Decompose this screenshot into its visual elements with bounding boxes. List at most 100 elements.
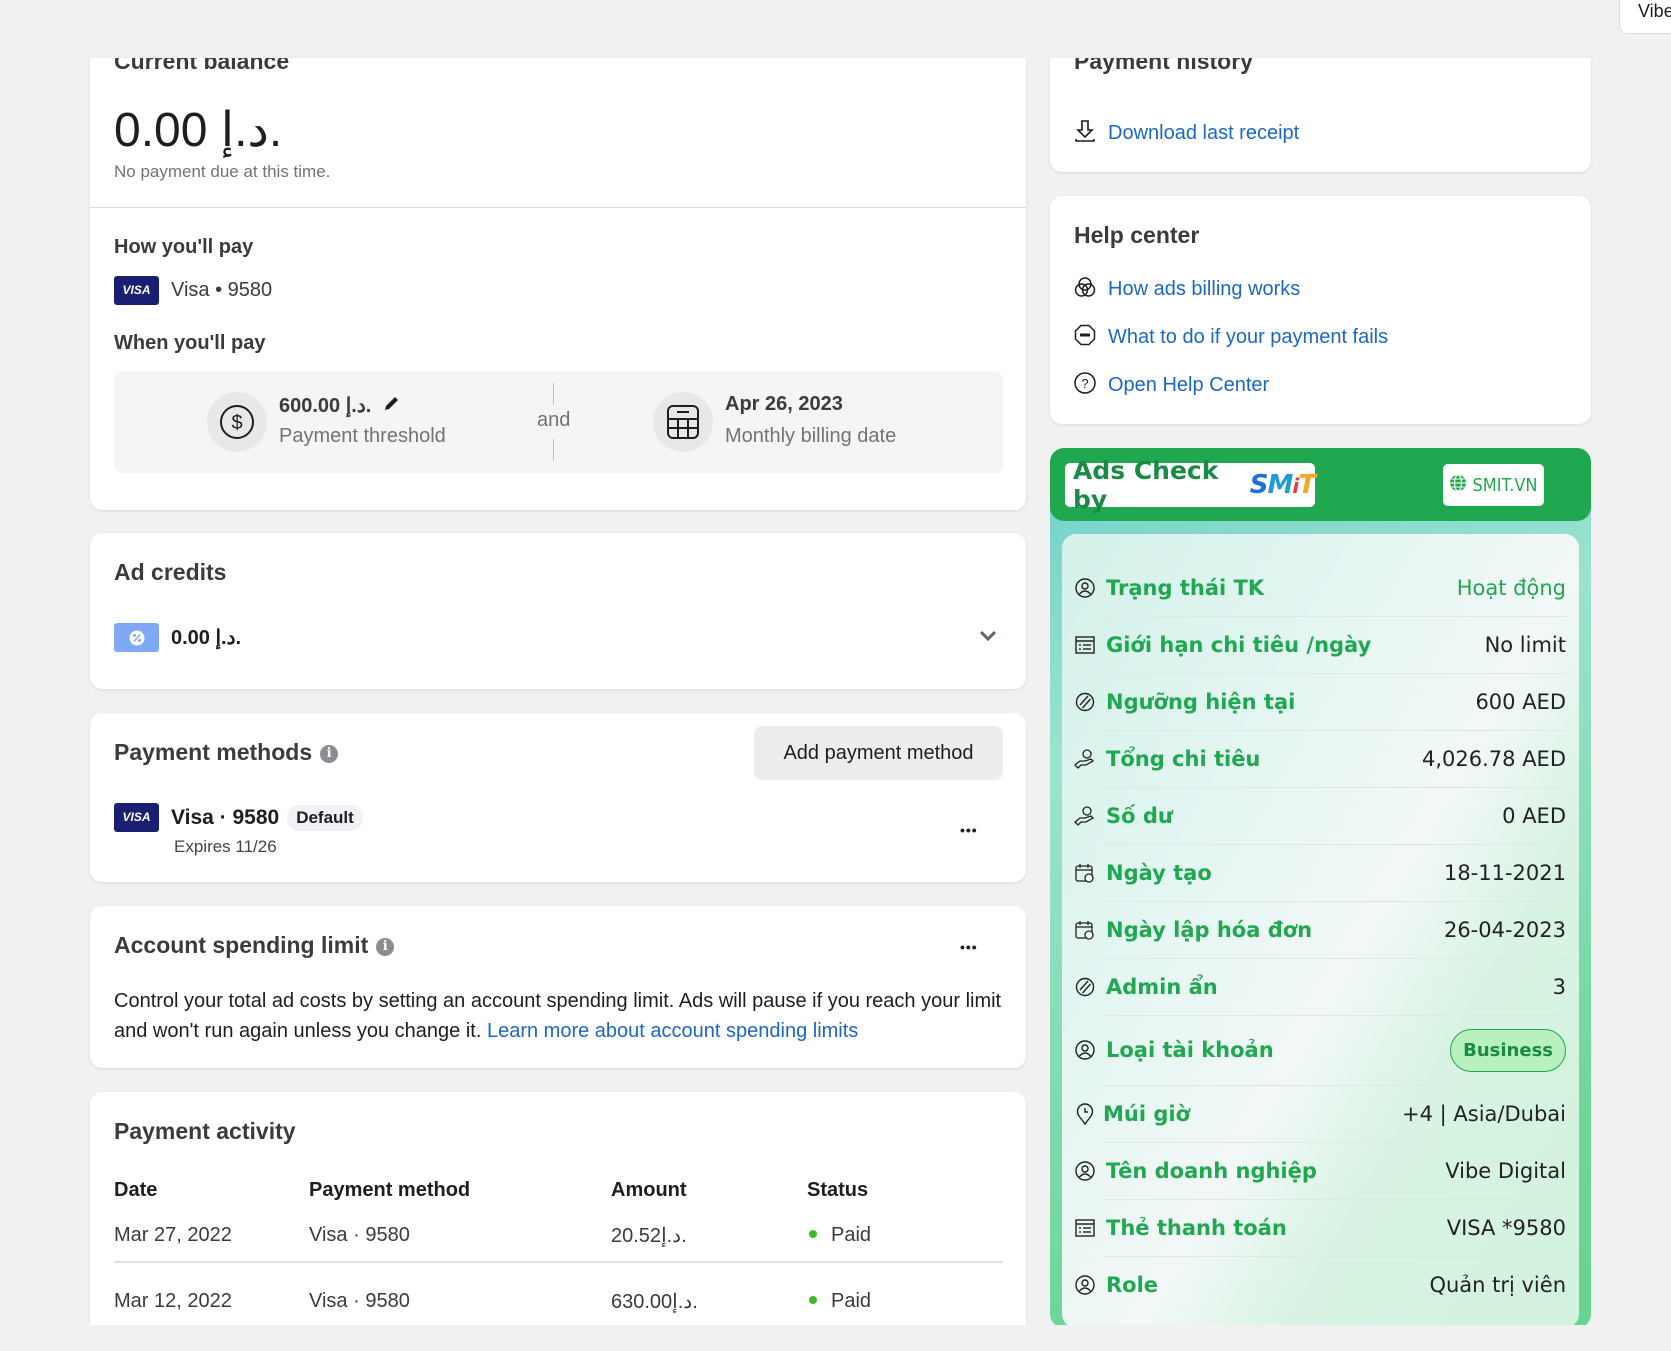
ads-check-row: Tên doanh nghiệp Vibe Digital	[1074, 1142, 1566, 1199]
calendar-icon	[653, 392, 713, 452]
ads-check-row: Ngày lập hóa đơn 26-04-2023	[1074, 901, 1566, 958]
divider	[90, 207, 1026, 208]
ads-check-header: Ads Check by SMiT SMIT.VN	[1050, 448, 1591, 521]
account-chip-label: Vibe	[1638, 1, 1671, 21]
row-label: Tên doanh nghiệp	[1106, 1158, 1317, 1183]
ads-check-row: Ngày tạo 18-11-2021	[1074, 844, 1566, 901]
question-icon: ?	[1074, 372, 1096, 399]
payment-activity-table: Date Payment method Amount Status Mar 27…	[114, 1170, 1003, 1325]
threshold-amount-row: 600.00 د.إ.	[279, 393, 401, 418]
globe-icon	[1449, 473, 1467, 497]
balance-amount: 0.00 د.إ.	[114, 104, 283, 157]
learn-more-link[interactable]: Learn more about account spending limits	[487, 1020, 858, 1042]
list-icon	[1074, 634, 1096, 656]
row-value: Quản trị viên	[1429, 1272, 1566, 1297]
ads-check-row: Admin ẩn 3	[1074, 958, 1566, 1015]
column-header-date[interactable]: Date	[114, 1170, 309, 1210]
user-icon	[1074, 1274, 1096, 1296]
row-label: Ngưỡng hiện tại	[1106, 689, 1296, 714]
help-center-card: Help center How ads billing works What t…	[1050, 196, 1591, 424]
calendar-clock-icon	[1074, 862, 1096, 884]
row-label: Giới hạn chi tiêu /ngày	[1106, 632, 1372, 657]
default-badge: Default	[287, 804, 363, 831]
payment-history-title: Payment history	[1074, 58, 1253, 74]
status-label: Paid	[831, 1224, 872, 1246]
when-youll-pay-box: $ 600.00 د.إ. Payment threshold and Apr …	[114, 371, 1003, 473]
chevron-down-icon[interactable]	[979, 629, 997, 647]
payment-activity-card: Payment activity Date Payment method Amo…	[90, 1092, 1026, 1325]
row-label: Trạng thái TK	[1106, 575, 1265, 600]
download-receipt-link[interactable]: Download last receipt	[1074, 119, 1299, 148]
row-method: Visa · 9580	[309, 1290, 410, 1312]
payment-methods-card: Payment methods i Add payment method VISA…	[90, 713, 1026, 882]
location-clock-icon	[1074, 1102, 1096, 1125]
table-row[interactable]: Mar 27, 2022 Visa · 9580 20.52د.إ. Paid	[114, 1210, 1003, 1262]
help-link-label: Open Help Center	[1108, 374, 1270, 396]
more-options-icon[interactable]: •••	[960, 823, 978, 837]
add-payment-method-button[interactable]: Add payment method	[754, 726, 1003, 780]
help-link-label: How ads billing works	[1108, 278, 1301, 300]
card-label: Visa · 9580	[171, 805, 280, 829]
status-dot-icon	[809, 1230, 817, 1238]
card-label: Visa • 9580	[171, 279, 273, 301]
payment-method-row: VISA Visa · 9580 Default	[114, 803, 363, 832]
ads-check-body: Trạng thái TK Hoạt động Giới hạn chi tiê…	[1062, 534, 1579, 1328]
account-type-badge: Business	[1450, 1028, 1566, 1072]
row-value: +4 | Asia/Dubai	[1402, 1101, 1566, 1126]
venn-icon	[1074, 276, 1096, 303]
row-label: Ngày lập hóa đơn	[1106, 917, 1313, 942]
spending-limit-card: Account spending limit i ••• Control your…	[90, 906, 1026, 1068]
ads-check-row: Loại tài khoản Business	[1074, 1015, 1566, 1085]
row-status: Paid	[807, 1262, 1003, 1325]
row-value: 0 AED	[1502, 803, 1566, 828]
threshold-label: Payment threshold	[279, 425, 446, 447]
spending-limit-title: Account spending limit	[114, 932, 369, 958]
balance-note: No payment due at this time.	[114, 162, 331, 181]
row-label: Thẻ thanh toán	[1106, 1215, 1287, 1240]
threshold-amount: 600.00 د.إ.	[279, 395, 372, 417]
spending-limit-title-row: Account spending limit i	[114, 932, 395, 959]
row-value: 18-11-2021	[1443, 860, 1566, 885]
payment-activity-title: Payment activity	[114, 1118, 296, 1144]
ads-check-row: Thẻ thanh toán VISA *9580	[1074, 1199, 1566, 1256]
row-value: 3	[1552, 974, 1566, 999]
info-icon[interactable]: i	[320, 744, 339, 763]
page-bottom-edge	[0, 1325, 1671, 1351]
ads-check-title-box: Ads Check by SMiT	[1065, 456, 1316, 514]
table-row[interactable]: Mar 12, 2022 Visa · 9580 630.00د.إ. Paid	[114, 1262, 1003, 1325]
more-options-icon[interactable]: •••	[960, 940, 978, 954]
ad-credits-amount: 0.00 د.إ.	[171, 627, 242, 649]
svg-text:$: $	[231, 412, 242, 434]
user-icon	[1074, 1160, 1096, 1182]
help-link-billing[interactable]: How ads billing works	[1074, 276, 1300, 303]
help-link-label: What to do if your payment fails	[1108, 326, 1389, 348]
download-icon	[1074, 119, 1096, 148]
help-link-open-center[interactable]: ? Open Help Center	[1074, 372, 1269, 399]
account-chip[interactable]: Vibe	[1619, 0, 1671, 34]
billing-date: Apr 26, 2023	[725, 393, 843, 415]
smit-website-button[interactable]: SMIT.VN	[1443, 464, 1544, 506]
row-label: Số dư	[1106, 803, 1173, 828]
row-value: 4,026.78 AED	[1422, 746, 1566, 771]
user-icon	[1074, 1039, 1096, 1061]
help-center-title: Help center	[1074, 222, 1200, 248]
info-icon[interactable]: i	[376, 937, 395, 956]
and-label: and	[537, 409, 571, 431]
row-label: Role	[1106, 1272, 1159, 1297]
column-header-amount[interactable]: Amount	[611, 1170, 807, 1210]
spending-limit-description: Control your total ad costs by setting a…	[114, 986, 1004, 1046]
current-balance-title: Current balance	[114, 58, 290, 74]
hand-coin-icon	[1074, 748, 1096, 770]
ad-credits-row[interactable]: 0.00 د.إ.	[114, 623, 241, 652]
hand-coin-icon	[1074, 805, 1096, 827]
column-header-status[interactable]: Status	[807, 1170, 1003, 1210]
how-youll-pay-card: VISA Visa • 9580	[114, 276, 272, 305]
row-amount: 20.52د.إ.	[611, 1225, 687, 1247]
help-link-payment-fails[interactable]: What to do if your payment fails	[1074, 324, 1388, 351]
dollar-icon: $	[207, 392, 267, 452]
calendar-clock-icon	[1074, 919, 1096, 941]
edit-pencil-icon[interactable]	[383, 394, 401, 417]
ads-check-row: Giới hạn chi tiêu /ngày No limit	[1074, 616, 1566, 673]
user-icon	[1074, 577, 1096, 599]
column-header-payment-method[interactable]: Payment method	[309, 1170, 611, 1210]
